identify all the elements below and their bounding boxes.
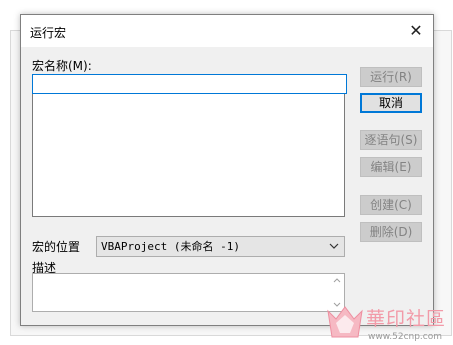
step-into-button[interactable]: 逐语句(S) — [360, 130, 422, 150]
macro-name-input[interactable] — [32, 74, 347, 94]
cancel-button[interactable]: 取消 — [360, 93, 422, 113]
watermark-url: www.52cnp.com — [368, 332, 443, 342]
run-macro-dialog: 运行宏 ✕ 宏名称(M): 运行(R) 取消 逐语句(S) 编辑(E) 创建(C… — [20, 14, 434, 326]
macro-list[interactable] — [32, 94, 345, 217]
run-button[interactable]: 运行(R) — [360, 67, 422, 87]
location-select[interactable]: VBAProject (未命名 -1) — [96, 236, 345, 257]
delete-button[interactable]: 删除(D) — [360, 222, 422, 242]
close-icon[interactable]: ✕ — [399, 15, 433, 47]
edit-button[interactable]: 编辑(E) — [360, 157, 422, 177]
desktop-background: 运行宏 ✕ 宏名称(M): 运行(R) 取消 逐语句(S) 编辑(E) 创建(C… — [0, 0, 453, 345]
macro-name-label: 宏名称(M): — [32, 59, 92, 73]
location-label: 宏的位置 — [32, 240, 81, 254]
chevron-down-icon — [329, 243, 339, 249]
watermark-logo-icon — [327, 306, 363, 338]
description-box[interactable] — [32, 273, 345, 312]
location-select-value: VBAProject (未命名 -1) — [101, 240, 240, 253]
title-bar: 运行宏 ✕ — [21, 15, 433, 47]
dialog-title: 运行宏 — [30, 26, 67, 40]
create-button[interactable]: 创建(C) — [360, 195, 422, 215]
watermark-title: 華印社區 — [366, 308, 447, 330]
